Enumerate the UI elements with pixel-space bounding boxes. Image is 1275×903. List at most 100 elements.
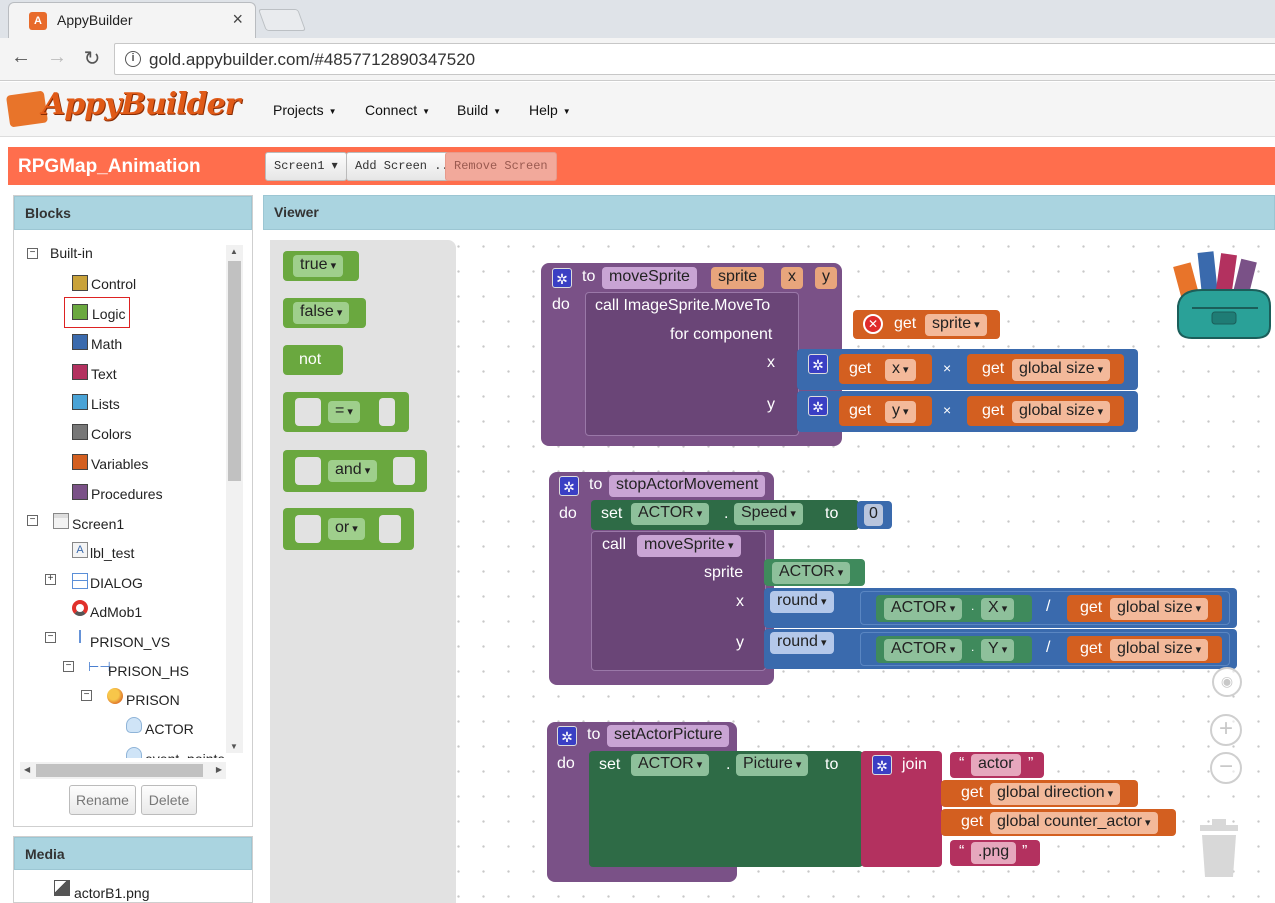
empty-socket[interactable] bbox=[295, 515, 321, 543]
tree-vertical-scrollbar[interactable]: ▲ ▼ bbox=[226, 245, 243, 753]
mutator-gear-icon[interactable]: ✲ bbox=[808, 354, 828, 374]
set-actor-speed-block[interactable]: set ACTOR . Speed to bbox=[591, 500, 859, 530]
empty-socket[interactable] bbox=[295, 457, 321, 485]
get-y-dropdown[interactable]: y bbox=[885, 401, 916, 423]
tree-text[interactable]: Text bbox=[91, 366, 117, 382]
empty-socket[interactable] bbox=[379, 398, 395, 426]
browser-tab[interactable]: A AppyBuilder × bbox=[8, 2, 256, 38]
collapse-prison-hs-icon[interactable]: − bbox=[63, 661, 74, 672]
get-y-block[interactable]: get y bbox=[839, 396, 932, 426]
get-global-size-block[interactable]: get global size bbox=[967, 354, 1124, 384]
collapse-screen1-icon[interactable]: − bbox=[27, 515, 38, 526]
actor-x-getter[interactable]: ACTOR . X bbox=[876, 595, 1032, 622]
scroll-right-icon[interactable]: ▶ bbox=[216, 765, 222, 774]
global-size-dropdown[interactable]: global size bbox=[1110, 598, 1209, 620]
tree-prison-hs[interactable]: PRISON_HS bbox=[108, 663, 189, 679]
component-dropdown[interactable]: ACTOR bbox=[772, 562, 851, 584]
menu-build[interactable]: Build ▼ bbox=[457, 102, 501, 118]
scroll-up-icon[interactable]: ▲ bbox=[230, 247, 238, 256]
info-icon[interactable]: i bbox=[125, 51, 141, 67]
get-sprite-dropdown[interactable]: sprite bbox=[925, 314, 987, 336]
mutator-gear-icon[interactable]: ✲ bbox=[808, 396, 828, 416]
tree-logic[interactable]: Logic bbox=[92, 306, 125, 322]
component-dropdown[interactable]: ACTOR bbox=[884, 639, 963, 661]
round-dropdown[interactable]: round bbox=[770, 591, 834, 613]
round-x-block[interactable]: round ACTOR . X / get global size bbox=[764, 588, 1237, 628]
mutator-gear-icon[interactable]: ✲ bbox=[872, 755, 892, 775]
recenter-icon[interactable]: ◉ bbox=[1212, 667, 1242, 697]
global-counter-dropdown[interactable]: global counter_actor bbox=[990, 812, 1158, 834]
join-block[interactable]: ✲ join bbox=[861, 751, 942, 867]
multiply-x-block[interactable]: ✲ get x × get global size bbox=[797, 349, 1138, 390]
number-block[interactable]: 0 bbox=[857, 501, 892, 529]
back-arrow-icon[interactable]: ← bbox=[8, 46, 34, 69]
remove-screen-button[interactable]: Remove Screen bbox=[445, 152, 557, 181]
mutator-gear-icon[interactable]: ✲ bbox=[552, 268, 572, 288]
backpack-icon[interactable] bbox=[1172, 246, 1274, 342]
tree-control[interactable]: Control bbox=[91, 276, 136, 292]
zoom-out-icon[interactable]: − bbox=[1210, 752, 1242, 784]
param-x[interactable]: x bbox=[781, 267, 803, 289]
empty-socket[interactable] bbox=[393, 457, 415, 485]
scroll-thumb[interactable] bbox=[228, 261, 241, 481]
or-dropdown[interactable]: or bbox=[328, 518, 365, 540]
or-block[interactable]: or bbox=[283, 508, 414, 550]
error-icon[interactable]: ✕ bbox=[863, 314, 883, 334]
procedure-dropdown[interactable]: moveSprite bbox=[637, 535, 741, 557]
tree-horizontal-scrollbar[interactable]: ◀ ▶ bbox=[20, 762, 226, 779]
collapse-builtin-icon[interactable]: − bbox=[27, 248, 38, 259]
menu-projects[interactable]: Projects ▼ bbox=[273, 102, 337, 118]
multiply-y-block[interactable]: ✲ get y × get global size bbox=[797, 391, 1138, 432]
close-tab-icon[interactable]: × bbox=[232, 9, 243, 30]
reload-icon[interactable]: ↻ bbox=[79, 46, 105, 71]
not-block[interactable]: not bbox=[283, 345, 343, 375]
global-size-dropdown[interactable]: global size bbox=[1012, 401, 1111, 423]
menu-help[interactable]: Help ▼ bbox=[529, 102, 571, 118]
tree-screen1[interactable]: Screen1 bbox=[72, 516, 124, 532]
url-field[interactable]: i gold.appybuilder.com/#4857712890347520 bbox=[114, 43, 1275, 75]
false-block[interactable]: false bbox=[283, 298, 366, 328]
collapse-prison-icon[interactable]: − bbox=[81, 690, 92, 701]
property-dropdown[interactable]: Speed bbox=[734, 503, 803, 525]
number-field[interactable]: 0 bbox=[864, 504, 883, 526]
component-dropdown[interactable]: ACTOR bbox=[631, 754, 710, 776]
compare-op-dropdown[interactable]: = bbox=[328, 401, 360, 423]
call-movesprite-block[interactable]: call moveSprite sprite x y bbox=[591, 531, 766, 671]
rename-button[interactable]: Rename bbox=[69, 785, 136, 815]
divide-x-block[interactable]: ACTOR . X / get global size bbox=[860, 591, 1230, 625]
scroll-down-icon[interactable]: ▼ bbox=[230, 742, 238, 751]
get-global-size-block[interactable]: get global size bbox=[967, 396, 1124, 426]
expand-dialog-icon[interactable]: + bbox=[45, 574, 56, 585]
global-size-dropdown[interactable]: global size bbox=[1012, 359, 1111, 381]
media-item[interactable]: actorB1.png bbox=[74, 885, 150, 901]
global-direction-dropdown[interactable]: global direction bbox=[990, 783, 1121, 805]
compare-block[interactable]: = bbox=[283, 392, 409, 432]
tree-colors[interactable]: Colors bbox=[91, 426, 131, 442]
actor-y-getter[interactable]: ACTOR . Y bbox=[876, 636, 1032, 663]
param-sprite[interactable]: sprite bbox=[711, 267, 765, 289]
forward-arrow-icon[interactable]: → bbox=[44, 46, 70, 69]
get-global-size-block[interactable]: get global size bbox=[1067, 595, 1222, 622]
property-dropdown[interactable]: X bbox=[981, 598, 1015, 620]
tree-dialog[interactable]: DIALOG bbox=[90, 575, 143, 591]
property-dropdown[interactable]: Picture bbox=[736, 754, 809, 776]
get-global-counter-block[interactable]: get global counter_actor bbox=[941, 809, 1176, 836]
component-dropdown[interactable]: ACTOR bbox=[631, 503, 710, 525]
mutator-gear-icon[interactable]: ✲ bbox=[557, 726, 577, 746]
set-actor-picture-block[interactable]: set ACTOR . Picture to bbox=[589, 751, 863, 867]
empty-socket[interactable] bbox=[295, 398, 321, 426]
round-y-block[interactable]: round ACTOR . Y / get global size bbox=[764, 629, 1237, 669]
procedure-name-field[interactable]: setActorPicture bbox=[607, 725, 730, 747]
tree-variables[interactable]: Variables bbox=[91, 456, 148, 472]
zoom-in-icon[interactable]: + bbox=[1210, 714, 1242, 746]
round-dropdown[interactable]: round bbox=[770, 632, 834, 654]
menu-connect[interactable]: Connect ▼ bbox=[365, 102, 430, 118]
tree-lists[interactable]: Lists bbox=[91, 396, 120, 412]
tree-admob1[interactable]: AdMob1 bbox=[90, 604, 142, 620]
tree-prison-vs[interactable]: PRISON_VS bbox=[90, 634, 170, 650]
new-tab-button[interactable] bbox=[257, 9, 307, 31]
property-dropdown[interactable]: Y bbox=[981, 639, 1015, 661]
true-dropdown[interactable]: true bbox=[293, 255, 344, 277]
appybuilder-logo[interactable]: AppyBuilder bbox=[5, 87, 240, 131]
tree-prison[interactable]: PRISON bbox=[126, 692, 180, 708]
